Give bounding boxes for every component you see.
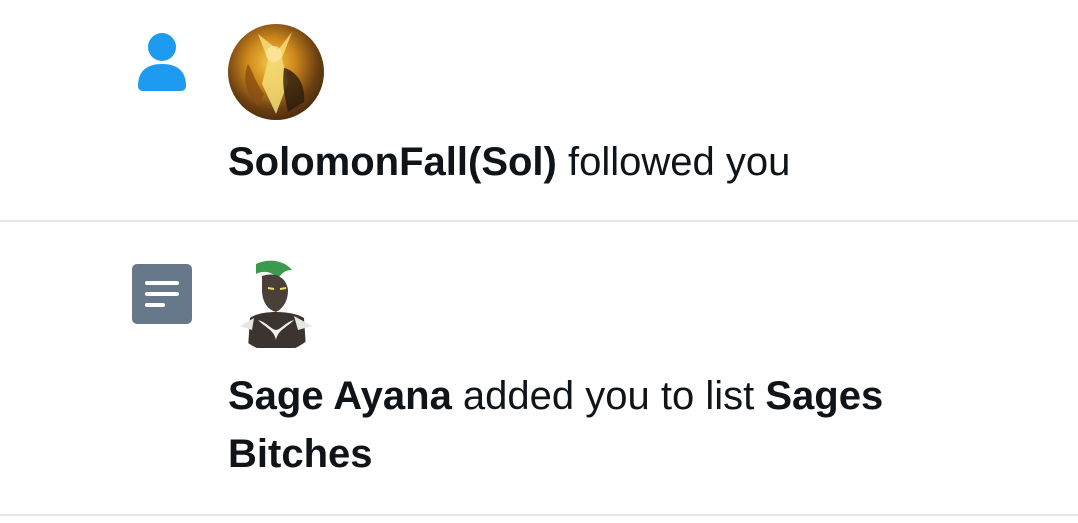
list-icon <box>132 264 192 324</box>
notification-text: Sage Ayana added you to list Sages Bitch… <box>228 367 988 483</box>
notification-action: added you to list <box>451 374 766 418</box>
avatar[interactable] <box>228 24 324 120</box>
avatar[interactable] <box>228 256 324 352</box>
actor-name[interactable]: SolomonFall(Sol) <box>228 140 557 184</box>
notifications-feed: SolomonFall(Sol) followed you Sage Ayana… <box>0 0 1078 516</box>
notification-text: SolomonFall(Sol) followed you <box>228 133 790 191</box>
notification-action: followed you <box>556 140 791 184</box>
actor-name[interactable]: Sage Ayana <box>228 374 452 418</box>
person-icon <box>136 30 188 92</box>
notification-item-list[interactable]: Sage Ayana added you to list Sages Bitch… <box>0 222 1078 516</box>
notification-item-follow[interactable]: SolomonFall(Sol) followed you <box>0 0 1078 222</box>
